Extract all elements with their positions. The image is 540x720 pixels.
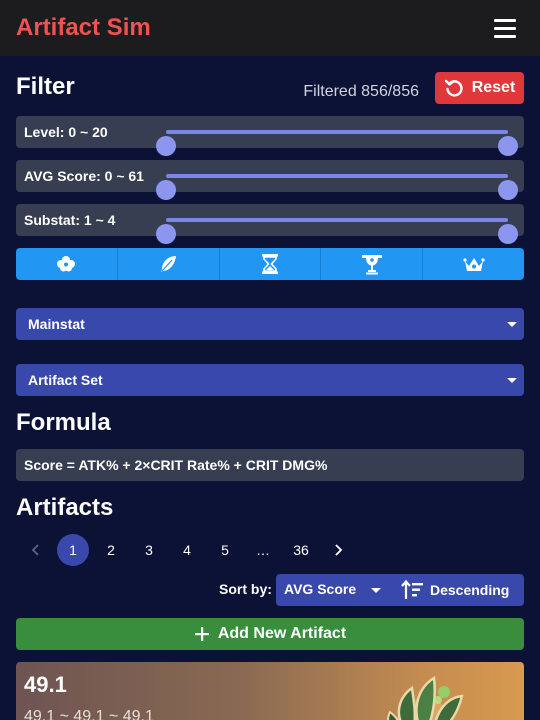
add-artifact-button[interactable]: Add New Artifact — [16, 618, 524, 650]
chevron-left-icon — [31, 544, 39, 556]
page-button-4[interactable]: 4 — [171, 534, 203, 566]
plus-icon — [194, 627, 209, 641]
page-button-3[interactable]: 3 — [133, 534, 165, 566]
hamburger-menu-icon[interactable] — [490, 14, 520, 42]
slot-filter-bar — [16, 248, 524, 280]
filtered-count: Filtered 856/856 — [303, 83, 419, 100]
artifact-card-score-range: 49.1 ~ 49.1 ~ 49.1 — [24, 708, 154, 720]
page-ellipsis: … — [256, 542, 270, 558]
avg-score-max-thumb[interactable] — [498, 180, 518, 200]
page-button-2[interactable]: 2 — [95, 534, 127, 566]
slot-circlet-button[interactable] — [423, 248, 524, 280]
avg-score-slider-track[interactable] — [156, 174, 518, 200]
artifact-card[interactable]: 49.1 49.1 ~ 49.1 ~ 49.1 — [16, 662, 524, 720]
sort-order-toggle[interactable]: Descending — [394, 574, 524, 606]
formula-input[interactable]: Score = ATK% + 2×CRIT Rate% + CRIT DMG% — [16, 449, 524, 481]
formula-heading: Formula — [16, 409, 111, 436]
artifacts-heading: Artifacts — [16, 494, 114, 521]
avg-score-min-thumb[interactable] — [156, 180, 176, 200]
mainstat-select[interactable]: Mainstat — [16, 308, 524, 340]
page-button-36[interactable]: 36 — [285, 534, 317, 566]
app-bar: Artifact Sim — [0, 0, 540, 56]
artifact-set-select[interactable]: Artifact Set — [16, 364, 524, 396]
page-button-1[interactable]: 1 — [57, 534, 89, 566]
substat-min-thumb[interactable] — [156, 224, 176, 244]
filter-heading: Filter — [16, 73, 75, 100]
substat-slider-label: Substat: 1 ~ 4 — [24, 212, 116, 228]
mainstat-select-label: Mainstat — [28, 316, 85, 332]
level-slider-track[interactable] — [156, 130, 518, 156]
page-button-5[interactable]: 5 — [209, 534, 241, 566]
level-slider-label: Level: 0 ~ 20 — [24, 124, 108, 140]
chevron-down-icon — [507, 378, 517, 383]
level-slider-row: Level: 0 ~ 20 — [16, 116, 524, 156]
sort-controls: AVG Score Descending — [276, 574, 524, 606]
reset-button[interactable]: Reset — [435, 72, 524, 104]
substat-slider-row: Substat: 1 ~ 4 — [16, 204, 524, 244]
chevron-down-icon — [371, 588, 381, 593]
substat-slider-track[interactable] — [156, 218, 518, 244]
level-max-thumb[interactable] — [498, 136, 518, 156]
avg-score-slider-row: AVG Score: 0 ~ 61 — [16, 160, 524, 200]
feather-icon — [161, 256, 177, 272]
chevron-down-icon — [507, 322, 517, 327]
sort-field-value: AVG Score — [284, 581, 357, 597]
sort-descending-icon — [401, 579, 423, 599]
reset-label: Reset — [471, 79, 516, 96]
previous-page-button[interactable] — [19, 534, 51, 566]
next-page-button[interactable] — [323, 534, 355, 566]
artifact-card-score: 49.1 — [24, 672, 67, 697]
chevron-right-icon — [335, 544, 343, 556]
artifact-flower-image — [387, 675, 464, 720]
sort-order-value: Descending — [430, 582, 510, 598]
goblet-icon — [361, 255, 382, 275]
reset-icon — [444, 79, 463, 97]
substat-max-thumb[interactable] — [498, 224, 518, 244]
sort-by-label: Sort by: — [219, 581, 272, 597]
crown-icon — [462, 258, 485, 271]
level-min-thumb[interactable] — [156, 136, 176, 156]
sort-field-select[interactable]: AVG Score — [276, 574, 390, 606]
avg-score-slider-label: AVG Score: 0 ~ 61 — [24, 168, 144, 184]
slot-plume-button[interactable] — [118, 248, 220, 280]
add-artifact-label: Add New Artifact — [217, 625, 347, 642]
slot-sands-button[interactable] — [220, 248, 322, 280]
slot-flower-button[interactable] — [16, 248, 118, 280]
app-title: Artifact Sim — [16, 14, 151, 41]
artifact-set-select-label: Artifact Set — [28, 372, 103, 388]
flower-icon — [57, 256, 76, 272]
hourglass-icon — [261, 254, 278, 274]
slot-goblet-button[interactable] — [321, 248, 424, 280]
